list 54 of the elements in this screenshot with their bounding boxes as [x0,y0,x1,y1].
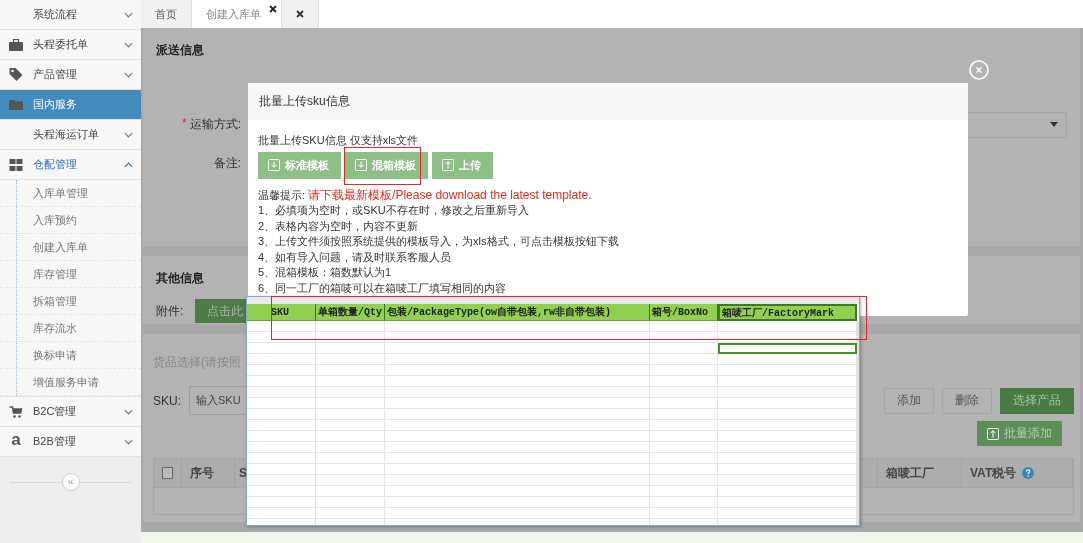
sku-label: SKU: [153,393,181,408]
batch-add-button[interactable]: 批量添加 [977,421,1062,446]
tip-line: 3、上传文件须按照系统提供的模板导入，为xls格式，可点击模板按钮下载 [258,234,619,249]
close-all-tab[interactable] [282,0,319,28]
folder-icon [9,99,23,110]
tip-line: 2、表格内容为空时，内容不更新 [258,218,419,234]
required-mark: * [182,116,187,132]
action-button[interactable]: 选择产品 [1000,387,1074,414]
checkbox[interactable] [162,467,173,479]
section-title: 派送信息 [156,42,204,59]
action-button[interactable]: 删除 [942,387,992,414]
cart-icon [9,405,23,418]
tip-line: 5、混箱模板：箱数默认为1 [258,265,392,280]
sidebar-item[interactable]: 系统流程 [0,0,141,30]
upload-icon [987,427,999,440]
sidebar-item[interactable]: 产品管理 [0,60,141,90]
sheet-header-cell: 单箱数量/Qty [316,304,385,321]
briefcase-icon [9,38,23,51]
attachment-label: 附件: [156,302,184,320]
sidebar-item[interactable]: 头程委托单 [0,30,141,60]
help-icon[interactable] [1022,467,1035,479]
dialog-intro: 批量上传SKU信息 仅支持xls文件 [258,133,419,148]
download-icon [268,159,280,171]
sidebar-item[interactable]: B2C管理 [0,397,141,427]
download-icon [355,159,367,171]
warning-text: 请下载最新模板/Please download the latest template. [308,187,592,203]
selected-cell[interactable] [718,343,857,354]
tip-line: 1、必填项为空时，或SKU不存在时，修改之后重新导入 [258,203,529,218]
sidebar-item[interactable]: 国内服务 [0,90,141,120]
sheet-header-cell: 箱唛工厂/FactoryMark [718,304,857,321]
sheet-header-cell: SKU [247,304,316,321]
tip-line: 4、如有导入问题，请及时联系客服人员 [258,249,452,265]
sheet-header-cell: 箱号/BoxNo [650,304,718,321]
close-icon [296,10,304,18]
tab[interactable]: 首页 [141,0,192,28]
tip-line: 6、同一工厂的箱唛可以在箱唛工厂填写相同的内容 [258,280,507,296]
section-title: 其他信息 [156,270,204,287]
collapse-button[interactable]: « [61,473,80,491]
sku-field[interactable]: 输入SKU [189,386,246,415]
dropdown-icon [1050,122,1058,127]
dialog-title: 批量上传sku信息 [248,83,968,120]
upload-icon [442,159,454,171]
grid-icon [9,158,23,171]
field-label: 运输方式: [189,116,241,133]
sheet-header-cell: 包装/PackageType(ow自带包装,rw非自带包装) [385,304,650,321]
tag-icon [9,68,23,81]
sidebar-item[interactable]: a B2B管理 [0,427,141,457]
sidebar-item[interactable]: 头程海运订单 [0,120,141,150]
field-label: 备注: [213,155,241,172]
action-button[interactable]: 添加 [884,387,934,414]
close-icon[interactable] [269,5,277,13]
sidebar-item[interactable]: 仓配管理 [0,150,141,180]
tip-label: 温馨提示: [258,187,306,203]
letter-a-icon: a [9,431,23,448]
